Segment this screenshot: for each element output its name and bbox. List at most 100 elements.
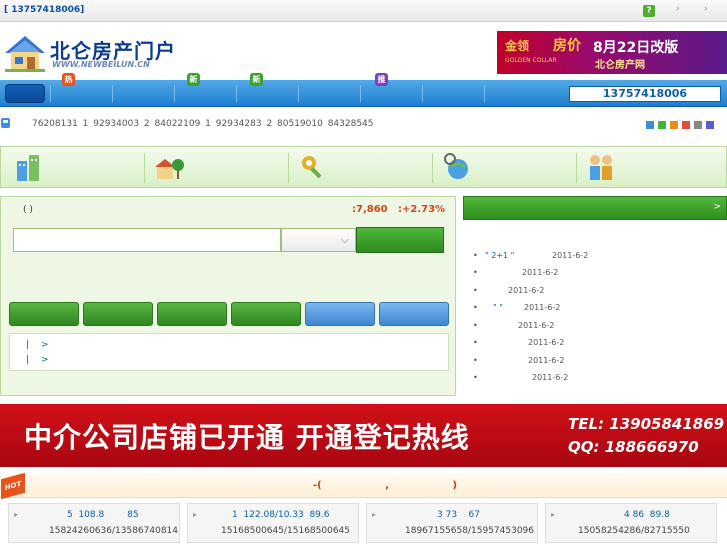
nav-separator <box>360 85 361 102</box>
category-tab-button[interactable] <box>9 302 79 326</box>
news-date: 2011-6-2 <box>524 303 561 312</box>
color-theme-icon[interactable] <box>706 121 714 129</box>
hotline-numbers: 76208131 1 92934003 2 84022109 1 9293428… <box>32 119 374 129</box>
quick-links-box: | > | > <box>9 333 449 371</box>
agency-registration-banner[interactable]: 中介公司店铺已开通 开通登记热线 TEL: 13905841869 QQ: 18… <box>0 404 727 467</box>
triangle-right-icon: ▸ <box>551 510 556 519</box>
phone-icon <box>1 118 10 128</box>
top-bar: [ 13757418006] ? › › <box>0 0 727 22</box>
agency-phone: 15058254286/82715550 <box>578 526 690 536</box>
category-strip <box>0 146 727 188</box>
nav-separator <box>298 85 299 102</box>
site-logo-url: WWW.NEWBEILUN.CN <box>52 60 150 69</box>
agency-listing-info[interactable]: 1 122.08/10.33 89.6 <box>232 510 330 520</box>
ad-date: 8月22日改版 <box>593 40 679 56</box>
agency-card[interactable]: ▸ 4 86 89.8 15058254286/82715550 <box>545 503 717 543</box>
color-theme-icon[interactable] <box>658 121 666 129</box>
agency-card[interactable]: ▸ 5 108.8 85 15824260636/13586740814 <box>8 503 180 543</box>
search-input[interactable] <box>13 228 281 252</box>
top-arrow-icon[interactable]: › <box>676 4 680 14</box>
people-icon[interactable] <box>585 151 617 183</box>
nav-home-button[interactable] <box>5 84 45 103</box>
main-nav: 13757418006 <box>0 80 727 107</box>
quick-link[interactable]: | > <box>26 340 49 350</box>
category-tab-button[interactable] <box>231 302 301 326</box>
agency-section-title: -( , ) <box>313 480 458 491</box>
top-contact-phone: [ 13757418006] <box>4 5 85 15</box>
price-index-value: :7,860 <box>352 204 388 215</box>
ad-brand: 金领 <box>505 39 530 53</box>
agency-card[interactable]: ▸ 1 122.08/10.33 89.6 15168500645/151685… <box>187 503 359 543</box>
price-index-change: :+2.73% <box>398 204 446 215</box>
news-date: 2011-6-2 <box>532 373 569 382</box>
quick-link[interactable]: | > <box>26 355 49 365</box>
chevron-down-icon: ⌵ <box>340 233 349 246</box>
banner-tel: TEL: 13905841869 <box>568 415 725 433</box>
nav-separator <box>174 85 175 102</box>
category-separator <box>576 153 577 183</box>
triangle-right-icon: ▸ <box>193 510 198 519</box>
category-tab-button[interactable] <box>157 302 227 326</box>
ad-price: 房价 <box>553 38 581 54</box>
triangle-right-icon: ▸ <box>372 510 377 519</box>
category-tab-button[interactable] <box>83 302 153 326</box>
nav-phone: 13757418006 <box>569 86 721 102</box>
triangle-right-icon: ▸ <box>14 510 19 519</box>
news-date: 2011-6-2 <box>528 338 565 347</box>
category-separator <box>144 153 145 183</box>
quick-link-arrow[interactable]: > <box>41 355 49 365</box>
agency-listing-info[interactable]: 4 86 89.8 <box>624 510 670 520</box>
news-title[interactable]: " " <box>493 303 503 312</box>
quick-link-bar: | <box>26 340 30 350</box>
nav-separator <box>422 85 423 102</box>
news-date: 2011-6-2 <box>552 251 589 260</box>
ad-site: 北仑房产网 <box>595 60 645 71</box>
top-ad-banner[interactable]: 金领 房价 8月22日改版 北仑房产网 GOLDEN COLLAR <box>497 31 727 74</box>
hot-badge: HOT <box>1 472 25 500</box>
search-button[interactable] <box>356 227 444 253</box>
nav-separator <box>50 85 51 102</box>
news-date: 2011-6-2 <box>528 356 565 365</box>
news-panel-header: > <box>463 196 727 220</box>
agency-card[interactable]: ▸ 3 73 67 18967155658/15957453096 <box>366 503 538 543</box>
help-icon[interactable]: ? <box>643 5 655 17</box>
new-badge: 新 <box>187 73 200 86</box>
color-theme-icon[interactable] <box>670 121 678 129</box>
agency-listing-info[interactable]: 3 73 67 <box>437 510 480 520</box>
news-panel: > • " 2+1 " 2011-6-2 • 2011-6-2 • 2011-6-2 •… <box>463 196 727 396</box>
key-icon[interactable] <box>297 151 329 183</box>
banner-headline: 中介公司店铺已开通 开通登记热线 <box>24 421 470 454</box>
agency-phone: 18967155658/15957453096 <box>405 526 535 536</box>
category-separator <box>288 153 289 183</box>
nav-separator <box>484 85 485 102</box>
news-date: 2011-6-2 <box>522 268 559 277</box>
search-panel-title: ( ) <box>23 205 33 215</box>
color-theme-icon[interactable] <box>694 121 702 129</box>
color-theme-icon[interactable] <box>646 121 654 129</box>
news-more-link[interactable]: > <box>713 202 721 212</box>
ad-small: GOLDEN COLLAR <box>505 57 557 64</box>
new-badge: 新 <box>250 73 263 86</box>
news-date: 2011-6-2 <box>508 286 545 295</box>
banner-qq: QQ: 188666970 <box>568 438 699 456</box>
agency-listing-info[interactable]: 5 108.8 85 <box>67 510 139 520</box>
globe-search-icon[interactable] <box>441 151 473 183</box>
quick-link-bar: | <box>26 355 30 365</box>
search-type-select[interactable]: ⌵ <box>281 228 356 252</box>
news-title[interactable]: " 2+1 " <box>485 251 514 260</box>
house-tree-icon[interactable] <box>153 151 185 183</box>
hot-badge: 热 <box>62 73 75 86</box>
category-tab-button[interactable] <box>379 302 449 326</box>
building-icon[interactable] <box>13 151 45 183</box>
category-separator <box>432 153 433 183</box>
color-theme-icon[interactable] <box>682 121 690 129</box>
category-tab-button[interactable] <box>305 302 375 326</box>
top-arrow-icon[interactable]: › <box>704 4 708 14</box>
recommend-badge: 推 <box>375 73 388 86</box>
house-logo-icon[interactable] <box>3 33 47 73</box>
agency-section-header: HOT -( , ) <box>0 472 727 500</box>
agency-phone: 15168500645/15168500645 <box>221 526 351 536</box>
search-panel: ( ) :7,860 :+2.73% ⌵ | > | > <box>0 196 456 396</box>
quick-link-arrow[interactable]: > <box>41 340 49 350</box>
nav-separator <box>236 85 237 102</box>
